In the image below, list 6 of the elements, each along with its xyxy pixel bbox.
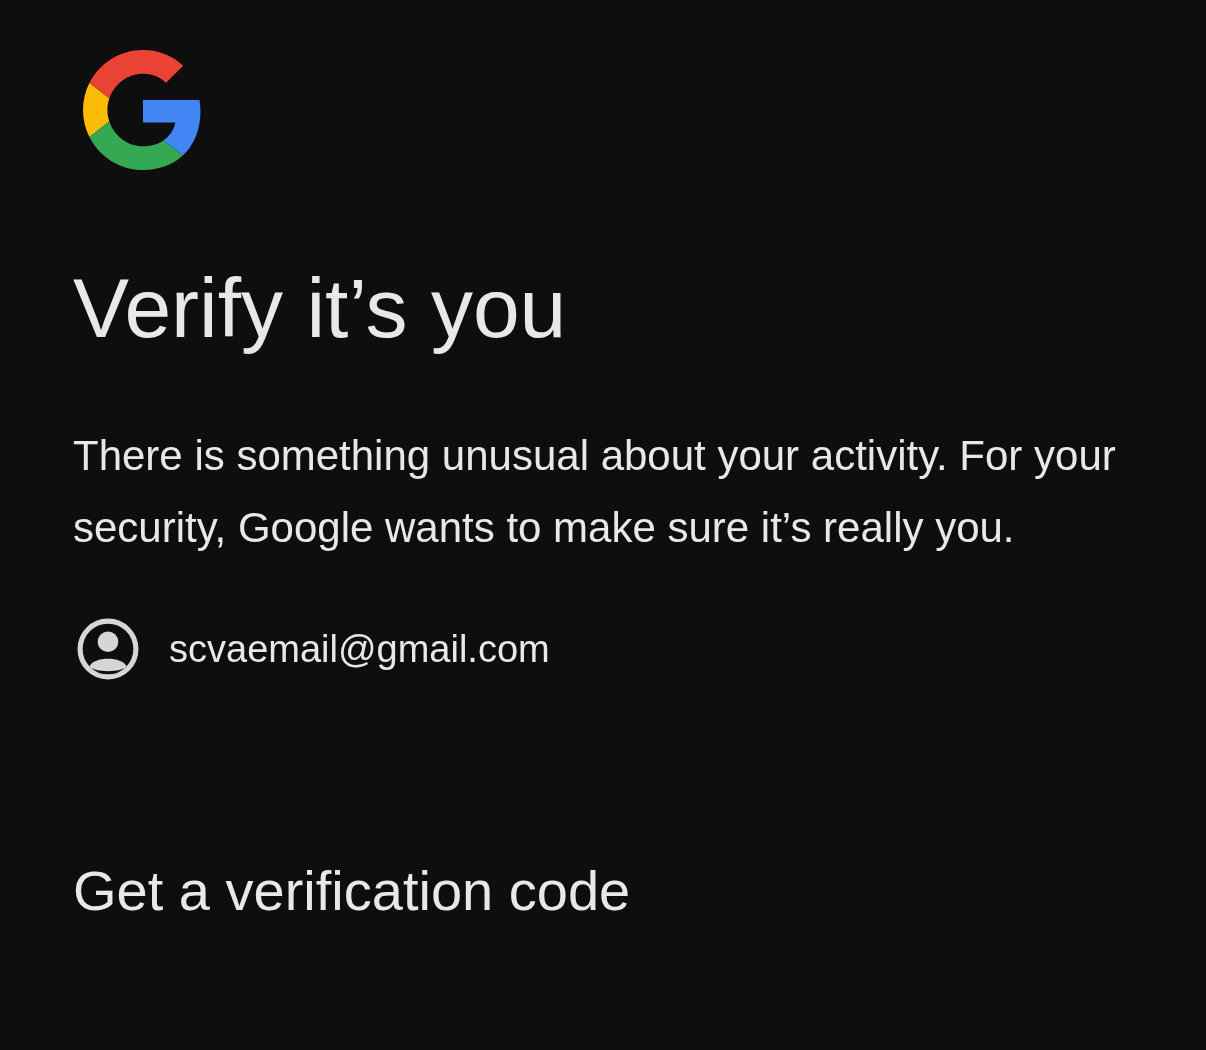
account-email: scvaemail@gmail.com [169,627,550,671]
section-heading: Get a verification code [73,860,631,922]
page-title: Verify it’s you [73,262,567,355]
message-text: There is something unusual about your activity. For your security, Google wants to make sure it’s really you. [73,431,1117,554]
logo-icon [83,50,203,170]
account-icon [77,618,139,681]
